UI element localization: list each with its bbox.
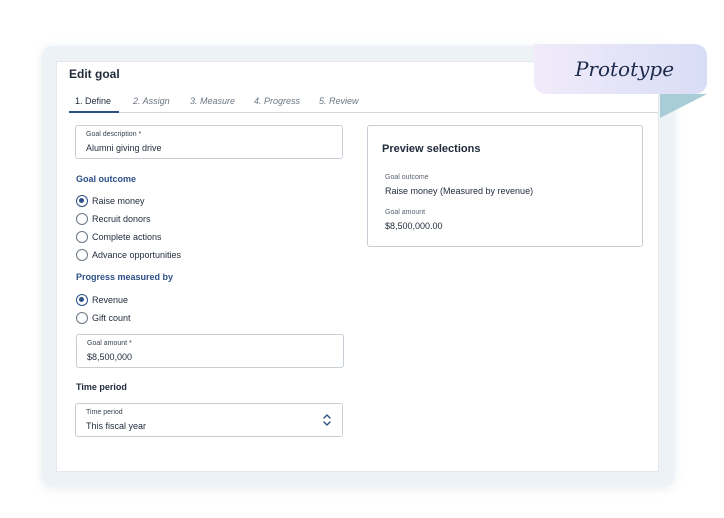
chevron-up-down-icon xyxy=(323,414,331,426)
badge-fold-shape xyxy=(660,94,707,118)
radio-revenue[interactable]: Revenue xyxy=(76,294,128,306)
goal-amount-value: $8,500,000 xyxy=(87,352,133,362)
goal-amount-field[interactable]: Goal amount * $8,500,000 xyxy=(76,334,344,368)
preview-selections-panel: Preview selections Goal outcome Raise mo… xyxy=(367,125,643,247)
radio-label: Raise money xyxy=(92,196,145,206)
radio-label: Complete actions xyxy=(92,232,162,242)
goal-description-field[interactable]: Goal description * Alumni giving drive xyxy=(75,125,343,159)
goal-description-value: Alumni giving drive xyxy=(86,143,162,153)
radio-indicator xyxy=(76,195,88,207)
goal-description-label: Goal description * xyxy=(86,131,142,138)
radio-advance-opportunities[interactable]: Advance opportunities xyxy=(76,249,181,261)
prototype-badge: Prototype xyxy=(534,44,707,94)
tab-measure[interactable]: 3. Measure xyxy=(190,96,235,106)
radio-indicator xyxy=(76,213,88,225)
radio-label: Recruit donors xyxy=(92,214,151,224)
time-period-value: This fiscal year xyxy=(86,421,147,431)
tab-define[interactable]: 1. Define xyxy=(75,96,111,106)
preview-outcome-label: Goal outcome xyxy=(385,174,429,181)
preview-amount-label: Goal amount xyxy=(385,209,426,216)
radio-raise-money[interactable]: Raise money xyxy=(76,195,145,207)
progress-measured-by-heading: Progress measured by xyxy=(76,272,174,282)
radio-label: Gift count xyxy=(92,313,131,323)
radio-complete-actions[interactable]: Complete actions xyxy=(76,231,162,243)
radio-indicator xyxy=(76,231,88,243)
radio-recruit-donors[interactable]: Recruit donors xyxy=(76,213,151,225)
page-title: Edit goal xyxy=(69,67,120,81)
radio-gift-count[interactable]: Gift count xyxy=(76,312,131,324)
time-period-label: Time period xyxy=(86,409,123,416)
radio-indicator xyxy=(76,312,88,324)
radio-label: Revenue xyxy=(92,295,129,305)
time-period-heading: Time period xyxy=(76,382,127,392)
time-period-select[interactable]: Time period This fiscal year xyxy=(75,403,343,437)
active-tab-indicator xyxy=(69,111,119,113)
goal-outcome-heading: Goal outcome xyxy=(76,174,137,184)
preview-title: Preview selections xyxy=(382,143,481,155)
preview-outcome-value: Raise money (Measured by revenue) xyxy=(385,186,534,196)
preview-amount-value: $8,500,000.00 xyxy=(385,221,443,231)
prototype-badge-text: Prototype xyxy=(574,57,675,81)
tab-progress[interactable]: 4. Progress xyxy=(254,96,300,106)
tab-review[interactable]: 5. Review xyxy=(319,96,359,106)
radio-label: Advance opportunities xyxy=(92,250,182,260)
tab-assign[interactable]: 2. Assign xyxy=(133,96,170,106)
radio-indicator xyxy=(76,249,88,261)
radio-indicator xyxy=(76,294,88,306)
step-tabs: 1. Define 2. Assign 3. Measure 4. Progre… xyxy=(69,93,658,113)
goal-amount-label: Goal amount * xyxy=(87,340,132,347)
